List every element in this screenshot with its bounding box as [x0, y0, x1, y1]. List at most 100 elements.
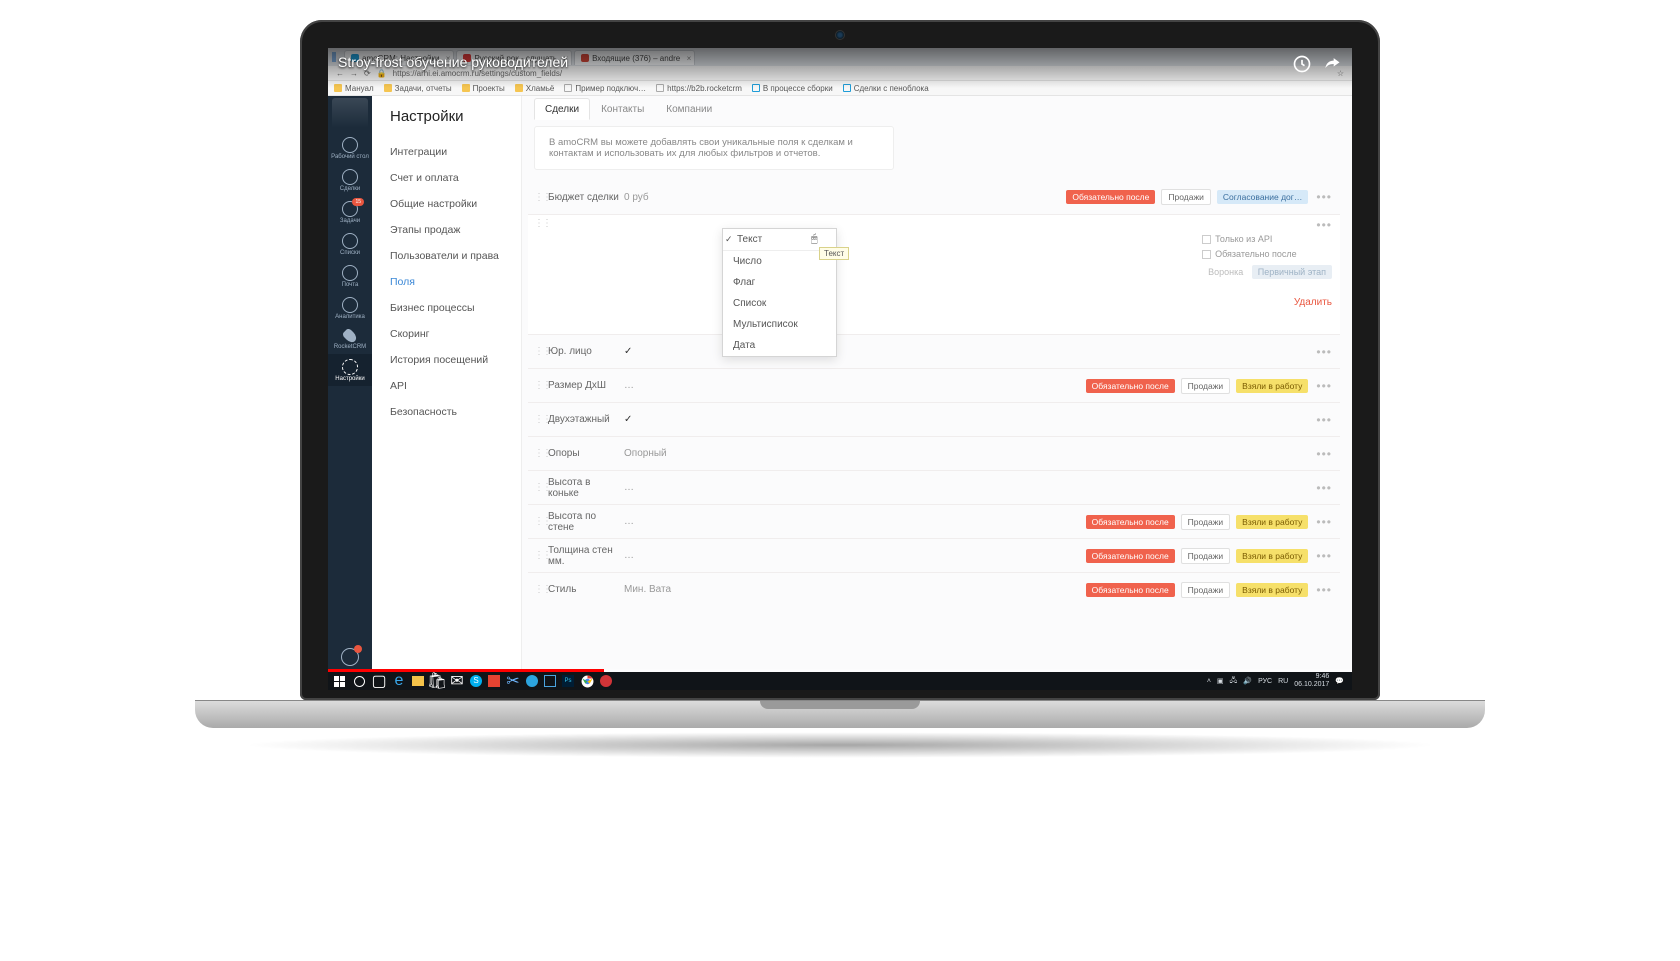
explorer-icon[interactable] — [412, 676, 424, 686]
dropdown-option[interactable]: Список — [723, 293, 836, 314]
tab-deals[interactable]: Сделки — [534, 98, 590, 120]
nav-lists[interactable]: Списки — [328, 228, 372, 260]
field-tag[interactable]: Согласование дог… — [1217, 190, 1309, 204]
field-type-dropdown[interactable]: Текст Число Флаг Список Мультисписок Дат… — [722, 228, 837, 357]
more-icon[interactable]: ••• — [1314, 481, 1334, 495]
field-tag[interactable]: Взяли в работу — [1236, 549, 1308, 563]
field-row[interactable]: ⋮⋮Двухэтажный✓••• — [528, 402, 1340, 436]
start-button[interactable] — [332, 674, 346, 688]
app-icon[interactable] — [544, 675, 556, 687]
bookmark[interactable]: Задачи, отчеты — [384, 84, 452, 93]
tray-clock[interactable]: 9:46 06.10.2017 — [1294, 673, 1329, 689]
field-tag[interactable]: Продажи — [1181, 514, 1231, 530]
edge-icon[interactable]: e — [392, 674, 406, 688]
field-row[interactable]: ⋮⋮ОпорыОпорный••• — [528, 436, 1340, 470]
field-row[interactable]: ⋮⋮Толщина стен мм.…Обязательно послеПрод… — [528, 538, 1340, 572]
subnav-item[interactable]: API — [390, 373, 521, 399]
subnav-item[interactable]: Этапы продаж — [390, 217, 521, 243]
subnav-item[interactable]: Общие настройки — [390, 191, 521, 217]
subnav-item[interactable]: История посещений — [390, 347, 521, 373]
drag-handle-icon[interactable]: ⋮⋮ — [534, 192, 544, 203]
app-icon[interactable] — [600, 675, 612, 687]
field-tag[interactable]: Обязательно после — [1086, 515, 1175, 529]
address-bar[interactable]: ← → ⟳ 🔒 https://arhi.ei.amocrm.ru/settin… — [328, 66, 1352, 81]
account-avatar[interactable] — [332, 98, 368, 128]
chrome-icon[interactable] — [580, 674, 594, 688]
bookmark[interactable]: https://b2b.rocketcrm — [656, 84, 742, 93]
field-tag[interactable]: Продажи — [1181, 378, 1231, 394]
field-row[interactable]: ⋮⋮СтильМин. ВатаОбязательно послеПродажи… — [528, 572, 1340, 606]
field-row[interactable]: ⋮⋮Юр. лицо✓••• — [528, 334, 1340, 368]
tray-lang[interactable]: РУС — [1258, 678, 1272, 685]
tray-chevron-icon[interactable]: ˄ — [1207, 678, 1211, 685]
tray-notifications-icon[interactable]: 💬 — [1335, 677, 1344, 685]
browser-tab[interactable]: аmoCRM: Настройки× — [344, 50, 454, 65]
window-controls[interactable] — [332, 52, 336, 62]
more-icon[interactable]: ••• — [1314, 218, 1334, 232]
drag-handle-icon[interactable]: ⋮⋮ — [534, 584, 544, 595]
more-icon[interactable]: ••• — [1314, 379, 1334, 393]
drag-handle-icon[interactable]: ⋮⋮ — [534, 482, 544, 493]
field-row[interactable]: ⋮⋮Высота по стене…Обязательно послеПрода… — [528, 504, 1340, 538]
nav-mail[interactable]: Почта — [328, 260, 372, 292]
dropdown-option[interactable]: Мультисписок — [723, 314, 836, 335]
bookmark[interactable]: Пример подключ… — [564, 84, 646, 93]
tab-contacts[interactable]: Контакты — [590, 98, 655, 120]
field-tag[interactable]: Продажи — [1181, 548, 1231, 564]
nav-forward-icon[interactable]: → — [350, 69, 358, 78]
field-tag[interactable]: Взяли в работу — [1236, 583, 1308, 597]
skype-icon[interactable]: S — [470, 675, 482, 687]
nav-desktop[interactable]: Рабочий стол — [328, 132, 372, 164]
tray-network-icon[interactable]: 🖧 — [1230, 676, 1238, 687]
drag-handle-icon[interactable]: ⋮⋮ — [534, 448, 544, 459]
photoshop-icon[interactable]: Ps — [562, 675, 574, 687]
snip-icon[interactable]: ✂ — [506, 674, 520, 688]
browser-tab[interactable]: Русский рок - слушать× — [456, 50, 572, 65]
more-icon[interactable]: ••• — [1314, 549, 1334, 563]
todoist-icon[interactable] — [488, 675, 500, 687]
more-icon[interactable]: ••• — [1314, 447, 1334, 461]
drag-handle-icon[interactable]: ⋮⋮ — [534, 346, 544, 357]
api-only-toggle[interactable]: Только из API — [1202, 234, 1332, 244]
telegram-icon[interactable] — [526, 675, 538, 687]
nav-tasks[interactable]: 15Задачи — [328, 196, 372, 228]
more-icon[interactable]: ••• — [1314, 345, 1334, 359]
browser-tab[interactable]: Входящие (376) – andre× — [574, 50, 695, 65]
star-icon[interactable]: ☆ — [1337, 69, 1344, 78]
reload-icon[interactable]: ⟳ — [364, 69, 371, 78]
bookmark[interactable]: Мануал — [334, 84, 374, 93]
field-tag[interactable]: Обязательно после — [1086, 583, 1175, 597]
field-tag[interactable]: Продажи — [1181, 582, 1231, 598]
close-icon[interactable]: × — [687, 54, 692, 63]
subnav-item[interactable]: Пользователи и права — [390, 243, 521, 269]
bookmark[interactable]: Сделки с пеноблока — [843, 84, 929, 93]
field-row[interactable]: ⋮⋮Бюджет сделки0 рубОбязательно послеПро… — [528, 180, 1340, 214]
subnav-item[interactable]: Бизнес процессы — [390, 295, 521, 321]
more-icon[interactable]: ••• — [1314, 190, 1334, 204]
search-icon[interactable] — [352, 674, 366, 688]
drag-handle-icon[interactable]: ⋮⋮ — [534, 380, 544, 391]
store-icon[interactable]: 🛍 — [430, 674, 444, 688]
bookmark[interactable]: Проекты — [462, 84, 505, 93]
nav-deals[interactable]: Сделки — [328, 164, 372, 196]
bookmark[interactable]: Хламьё — [515, 84, 555, 93]
dropdown-option[interactable]: Дата — [723, 335, 836, 356]
chat-icon[interactable] — [341, 648, 359, 666]
task-view-icon[interactable]: ▢ — [372, 674, 386, 688]
more-icon[interactable]: ••• — [1314, 583, 1334, 597]
required-after-toggle[interactable]: Обязательно после — [1202, 249, 1332, 259]
nav-analytics[interactable]: Аналитика — [328, 292, 372, 324]
field-row[interactable]: ⋮⋮Высота в коньке…••• — [528, 470, 1340, 504]
bookmark[interactable]: В процессе сборки — [752, 84, 833, 93]
tab-companies[interactable]: Компании — [655, 98, 723, 120]
delete-field-link[interactable]: Удалить — [1202, 297, 1332, 308]
close-icon[interactable]: × — [446, 54, 451, 63]
more-icon[interactable]: ••• — [1314, 515, 1334, 529]
subnav-item[interactable]: Счет и оплата — [390, 165, 521, 191]
subnav-item[interactable]: Скоринг — [390, 321, 521, 347]
subnav-item[interactable]: Интеграции — [390, 139, 521, 165]
drag-handle-icon[interactable]: ⋮⋮ — [534, 550, 544, 561]
nav-back-icon[interactable]: ← — [336, 69, 344, 78]
pipeline-stage-selector[interactable]: Воронка Первичный этап — [1202, 265, 1332, 279]
field-tag[interactable]: Взяли в работу — [1236, 515, 1308, 529]
